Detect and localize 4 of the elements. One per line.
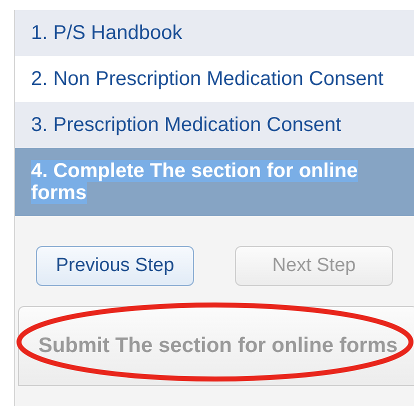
step-item[interactable]: 3. Prescription Medication Consent [15, 102, 414, 148]
step-item[interactable]: 2. Non Prescription Medication Consent [15, 56, 414, 102]
step-item[interactable]: 1. P/S Handbook [15, 10, 414, 56]
previous-step-button[interactable]: Previous Step [36, 246, 194, 286]
